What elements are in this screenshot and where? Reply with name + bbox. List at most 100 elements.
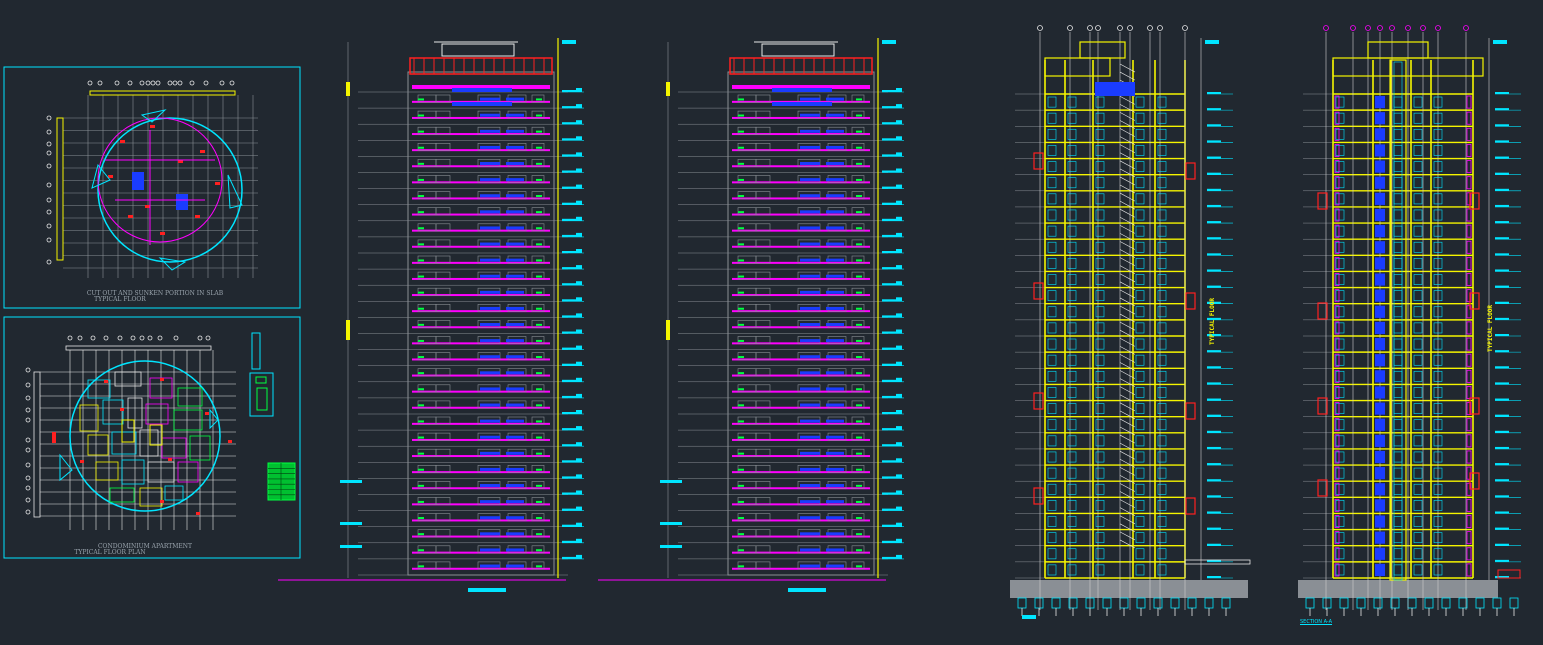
elevation-slab-band: [412, 374, 550, 377]
elevation-level-tag-box: [576, 184, 582, 189]
elevation-balcony-rail: [480, 290, 500, 294]
elevation-balcony-rail: [506, 355, 524, 359]
elevation-balcony-rail: [480, 548, 500, 552]
elevation-balcony-rail: [506, 258, 524, 262]
elevation-green-mark: [738, 275, 744, 278]
elevation-slab-band: [412, 310, 550, 313]
section-blue-wall: [1375, 547, 1385, 560]
elevation-balcony-rail: [480, 564, 500, 568]
elevation-balcony-rail: [826, 403, 844, 407]
elevation-green-mark: [418, 243, 424, 246]
elevation-slab-band: [732, 165, 870, 168]
elevation-slab-band: [732, 455, 870, 458]
elevation-balcony-rail: [480, 387, 500, 391]
elevation-left-tag: [660, 545, 682, 548]
elevation-level-tag-box: [576, 329, 582, 334]
section-blue-wall: [1375, 338, 1385, 351]
elevation-balcony-rail: [480, 242, 500, 246]
section-blue-wall: [1375, 160, 1385, 173]
elevation-level-tag-box: [896, 426, 902, 431]
elevation-green-mark: [738, 114, 744, 117]
elevation-level-tag-box: [576, 200, 582, 205]
elevation-balcony-rail: [506, 178, 524, 182]
elevation-top-blue: [452, 88, 512, 92]
elevation-balcony-rail: [506, 564, 524, 568]
elevation-left-tag: [340, 480, 362, 483]
elevation-slab-band: [412, 406, 550, 409]
plan2-red-marker: [52, 432, 56, 440]
elevation-green-mark: [738, 549, 744, 552]
elevation-balcony-rail: [826, 258, 844, 262]
elevation-green-mark: [418, 323, 424, 326]
plan1-red-marker: [145, 205, 150, 208]
elevation-slab-band: [732, 294, 870, 297]
elevation-balcony-rail: [826, 564, 844, 568]
section-blue-wall: [1375, 273, 1385, 286]
plan1-red-marker: [160, 232, 165, 235]
elevation-green-mark: [856, 146, 862, 149]
elevation-level-tag-box: [896, 297, 902, 302]
plan2-red-marker: [80, 460, 84, 463]
elevation-balcony-rail: [826, 323, 844, 327]
elevation-slab-band: [732, 133, 870, 136]
elevation-title-bar: [788, 588, 826, 592]
elevation-balcony-rail: [506, 97, 524, 101]
elevation-green-mark: [418, 227, 424, 230]
elevation-balcony-rail: [826, 129, 844, 133]
elevation-green-mark: [418, 146, 424, 149]
elevation-balcony-rail: [800, 226, 820, 230]
elevation-balcony-rail: [506, 371, 524, 375]
elevation-balcony-rail: [480, 500, 500, 504]
elevation-green-mark: [418, 388, 424, 391]
elevation-slab-band: [732, 374, 870, 377]
elevation-balcony-rail: [506, 532, 524, 536]
elevation-green-mark: [738, 162, 744, 165]
elevation-slab-band: [732, 471, 870, 474]
plan1-red-marker: [200, 150, 205, 153]
elevation-balcony-rail: [506, 435, 524, 439]
elevation-level-tag-box: [576, 442, 582, 447]
elevation-balcony-rail: [506, 516, 524, 520]
elevation-green-mark: [738, 468, 744, 471]
elevation-level-tag-box: [896, 490, 902, 495]
elevation-green-mark: [738, 533, 744, 536]
section-blue-wall: [1375, 370, 1385, 383]
section-title-bar: [1022, 615, 1036, 619]
elevation-green-mark: [418, 339, 424, 342]
elevation-level-tag-box: [896, 104, 902, 109]
elevation-balcony-rail: [800, 403, 820, 407]
elevation-balcony-rail: [480, 145, 500, 149]
elevation-slab-band: [732, 438, 870, 441]
elevation-level-tag-box: [896, 474, 902, 479]
elevation-level-tag-box: [576, 474, 582, 479]
section-blue-wall: [1375, 208, 1385, 222]
elevation-level-tag-box: [576, 120, 582, 125]
elevation-green-mark: [738, 243, 744, 246]
elevation-slab-band: [412, 567, 550, 570]
elevation-balcony-rail: [480, 226, 500, 230]
elevation-slab-band: [412, 261, 550, 264]
elevation-slab-band: [732, 197, 870, 200]
elevation-slab-band: [732, 358, 870, 361]
elevation-green-mark: [738, 484, 744, 487]
elevation-level-tag-box: [896, 377, 902, 382]
elevation-green-mark: [536, 500, 542, 503]
elevation-left-tag: [660, 480, 682, 483]
elevation-level-tag-box: [576, 538, 582, 543]
plan2-red-marker: [160, 378, 164, 381]
elevation-balcony-rail: [480, 467, 500, 471]
elevation-green-mark: [536, 356, 542, 359]
elevation-balcony-rail: [826, 226, 844, 230]
elevation-green-mark: [856, 275, 862, 278]
section-blue-wall: [1375, 386, 1385, 399]
elevation-balcony-rail: [800, 306, 820, 310]
elevation-level-tag-box: [576, 152, 582, 157]
elevation-balcony-rail: [826, 194, 844, 198]
elevation-green-mark: [418, 195, 424, 198]
elevation-green-mark: [536, 291, 542, 294]
elevation-green-mark: [536, 211, 542, 214]
elevation-level-tag-box: [896, 152, 902, 157]
elevation-title-bar: [468, 588, 506, 592]
elevation-green-mark: [856, 372, 862, 375]
elevation-slab-band: [732, 535, 870, 538]
